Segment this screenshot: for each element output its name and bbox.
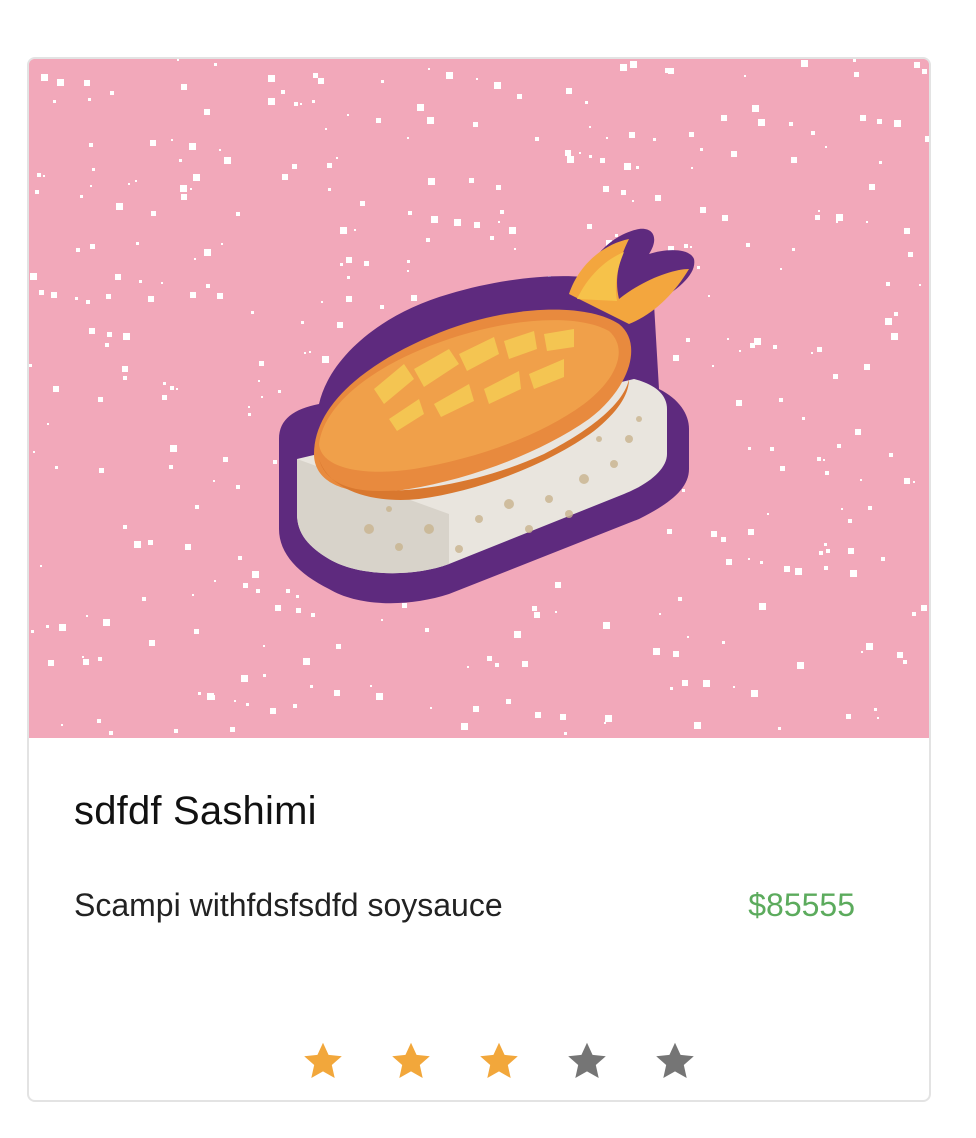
star-icon[interactable] bbox=[279, 1031, 367, 1091]
product-price: $85555 bbox=[748, 887, 855, 923]
product-image bbox=[29, 59, 929, 738]
product-title: sdfdf Sashimi bbox=[74, 789, 317, 833]
star-icon[interactable] bbox=[631, 1031, 719, 1091]
star-rating[interactable] bbox=[279, 1031, 719, 1091]
sushi-icon bbox=[29, 59, 929, 738]
product-description: Scampi withfdsfsdfd soysauce bbox=[74, 887, 503, 923]
product-card[interactable]: sdfdf Sashimi Scampi withfdsfsdfd soysau… bbox=[27, 57, 931, 1102]
star-icon[interactable] bbox=[455, 1031, 543, 1091]
star-icon[interactable] bbox=[543, 1031, 631, 1091]
star-icon[interactable] bbox=[367, 1031, 455, 1091]
